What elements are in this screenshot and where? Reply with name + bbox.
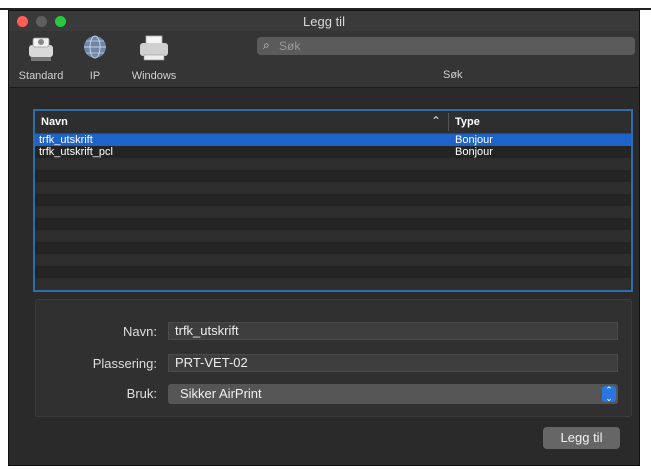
empty-row: [35, 218, 631, 230]
use-driver-value: Sikker AirPrint: [180, 386, 262, 401]
sort-ascending-icon[interactable]: ⌃: [431, 114, 441, 128]
use-driver-select[interactable]: Sikker AirPrint ⌃ ⌄: [168, 384, 618, 404]
empty-row: [35, 266, 631, 278]
toolbar: Standard IP Windows ⌕ Søk: [9, 31, 639, 88]
printer-icon: [140, 35, 168, 61]
empty-row: [35, 182, 631, 194]
location-label: Plassering:: [92, 356, 157, 371]
tab-standard[interactable]: Standard: [13, 33, 69, 82]
row-type: Bonjour: [455, 146, 493, 158]
globe-icon: [84, 35, 106, 59]
search-label: Søk: [443, 69, 463, 81]
empty-row: [35, 230, 631, 242]
name-field[interactable]: trfk_utskrift: [168, 322, 618, 340]
empty-row: [35, 170, 631, 182]
empty-row: [35, 254, 631, 266]
list-row-selected[interactable]: trfk_utskrift Bonjour: [35, 134, 631, 146]
list-rows: trfk_utskrift Bonjour trfk_utskrift_pcl …: [35, 134, 631, 290]
tab-ip[interactable]: IP: [75, 33, 115, 82]
column-divider[interactable]: [448, 113, 449, 131]
use-label: Bruk:: [126, 386, 157, 401]
row-type: Bonjour: [455, 134, 493, 146]
tab-standard-label: Standard: [18, 70, 64, 82]
column-header-name[interactable]: Navn: [41, 116, 68, 128]
tab-windows[interactable]: Windows: [123, 33, 185, 82]
column-header-type[interactable]: Type: [455, 116, 480, 128]
printer-details-panel: Navn: trfk_utskrift Plassering: PRT-VET-…: [35, 299, 632, 417]
name-label: Navn:: [123, 324, 157, 339]
list-row[interactable]: trfk_utskrift_pcl Bonjour: [35, 146, 631, 158]
list-header: Navn ⌃ Type: [35, 111, 631, 134]
add-printer-window: Legg til Standard IP Windows ⌕ Søk Søk N…: [8, 10, 640, 466]
row-name: trfk_utskrift: [39, 134, 93, 146]
location-field[interactable]: PRT-VET-02: [168, 354, 618, 372]
window-title: Legg til: [303, 14, 345, 29]
add-button[interactable]: Legg til: [543, 427, 620, 449]
search-input[interactable]: [279, 38, 619, 54]
printer-list[interactable]: Navn ⌃ Type trfk_utskrift Bonjour trfk_u…: [33, 109, 633, 292]
empty-row: [35, 194, 631, 206]
tab-ip-label: IP: [89, 70, 101, 82]
tab-windows-label: Windows: [131, 70, 177, 82]
empty-row: [35, 158, 631, 170]
search-field[interactable]: ⌕: [257, 37, 635, 55]
empty-row: [35, 278, 631, 290]
title-bar: Legg til: [9, 11, 639, 31]
row-name: trfk_utskrift_pcl: [39, 146, 113, 158]
search-icon: ⌕: [263, 38, 270, 52]
printer-fax-icon: [29, 37, 53, 61]
empty-row: [35, 206, 631, 218]
empty-row: [35, 242, 631, 254]
select-arrows-icon: ⌃ ⌄: [602, 386, 616, 403]
